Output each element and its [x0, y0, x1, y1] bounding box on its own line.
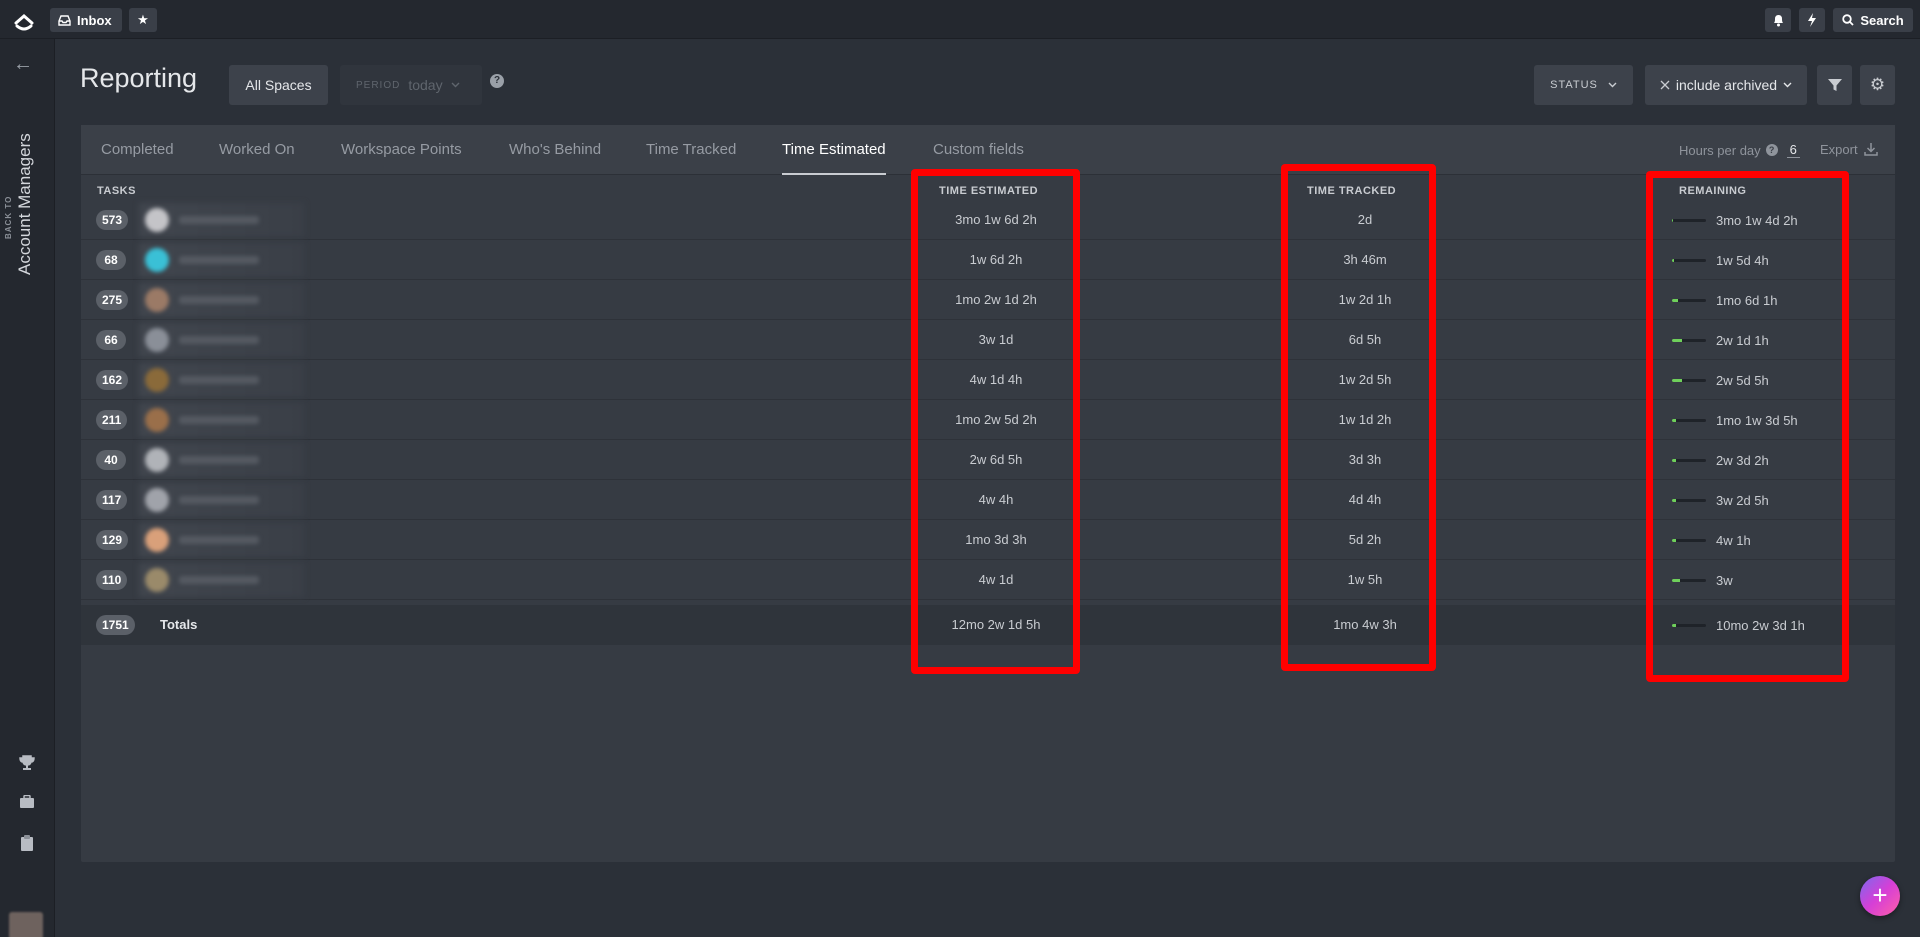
search-label: Search [1860, 12, 1904, 28]
status-label: STATUS [1550, 79, 1598, 91]
filter-icon [1827, 79, 1842, 91]
task-count-badge: 117 [96, 490, 128, 510]
user-avatar [145, 288, 169, 312]
report-tabs: Completed Worked On Workspace Points Who… [81, 125, 1895, 175]
blurred-user-name [179, 416, 259, 424]
user-avatar [145, 528, 169, 552]
tab-time-estimated[interactable]: Time Estimated [782, 125, 886, 175]
lightning-icon [1808, 13, 1816, 27]
help-icon[interactable]: ? [490, 74, 504, 88]
top-bar: Inbox ★ Search [0, 0, 1920, 39]
export-button[interactable]: Export [1820, 142, 1878, 157]
quick-actions-button[interactable] [1799, 8, 1825, 32]
bell-icon [1773, 15, 1783, 27]
all-spaces-label: All Spaces [245, 77, 312, 93]
tab-worked-on[interactable]: Worked On [219, 125, 295, 175]
totals-label: Totals [160, 617, 198, 632]
tab-time-tracked[interactable]: Time Tracked [646, 125, 736, 175]
export-label: Export [1820, 142, 1858, 157]
tab-completed[interactable]: Completed [101, 125, 174, 175]
blurred-user-name [179, 336, 259, 344]
status-dropdown[interactable]: STATUS [1534, 65, 1633, 105]
back-to-small-label: BACK TO [4, 195, 13, 239]
inbox-button[interactable]: Inbox [50, 8, 122, 32]
blurred-user-name [179, 376, 259, 384]
notifications-button[interactable] [1765, 8, 1791, 32]
hours-per-day: Hours per day ? 6 [1679, 142, 1800, 158]
filter-button[interactable] [1817, 65, 1852, 105]
highlight-box-time-tracked [1281, 164, 1436, 671]
include-archived-dropdown[interactable]: include archived [1645, 65, 1807, 105]
page-title: Reporting [80, 63, 198, 93]
all-spaces-button[interactable]: All Spaces [229, 65, 328, 105]
blurred-user-name [179, 216, 259, 224]
user-avatar [145, 328, 169, 352]
hours-per-day-input[interactable]: 6 [1786, 142, 1800, 158]
tab-workspace-points[interactable]: Workspace Points [341, 125, 462, 175]
blurred-user-name [179, 256, 259, 264]
chevron-down-icon [1783, 82, 1792, 88]
tab-custom-fields[interactable]: Custom fields [933, 125, 1024, 175]
sidebar: ← BACK TO Account Managers I [0, 39, 55, 937]
blurred-user-name [179, 456, 259, 464]
task-count-badge: 211 [96, 410, 128, 430]
back-arrow-icon[interactable]: ← [13, 53, 33, 76]
plus-icon: + [1872, 880, 1888, 910]
inbox-label: Inbox [77, 12, 112, 28]
period-value: today [408, 77, 443, 93]
inbox-icon [58, 14, 71, 26]
task-count-badge: 162 [96, 370, 129, 390]
search-button[interactable]: Search [1833, 8, 1913, 32]
task-count-badge: 40 [96, 450, 126, 470]
task-count-badge: 110 [96, 570, 128, 590]
user-avatar [145, 408, 169, 432]
favorites-button[interactable]: ★ [129, 8, 157, 32]
chevron-down-icon [451, 82, 460, 88]
blurred-user-name [179, 576, 259, 584]
add-button[interactable]: + [1860, 876, 1900, 916]
download-icon [1863, 143, 1878, 156]
highlight-box-time-estimated [911, 169, 1080, 674]
gear-icon: ⚙ [1869, 75, 1886, 94]
close-icon[interactable] [1660, 80, 1670, 90]
tab-whos-behind[interactable]: Who's Behind [509, 125, 601, 175]
clipboard-icon[interactable] [17, 835, 37, 855]
search-icon [1842, 14, 1854, 26]
task-count-badge: 1751 [96, 615, 135, 635]
user-avatar [145, 568, 169, 592]
blurred-user-name [179, 296, 259, 304]
task-count-badge: 68 [96, 250, 126, 270]
period-label: PERIOD [356, 79, 401, 91]
settings-button[interactable]: ⚙ [1860, 65, 1895, 105]
hours-per-day-label: Hours per day [1679, 142, 1761, 158]
period-dropdown[interactable]: PERIOD today [340, 65, 482, 105]
user-avatar [145, 208, 169, 232]
blurred-user-name [179, 536, 259, 544]
blurred-user-name [179, 496, 259, 504]
back-to-space-name: Account Managers [15, 133, 34, 275]
user-avatar [145, 248, 169, 272]
user-avatar [145, 448, 169, 472]
task-count-badge: 66 [96, 330, 126, 350]
trophy-icon[interactable] [17, 755, 37, 775]
task-count-badge: 573 [96, 210, 129, 230]
chevron-down-icon [1608, 82, 1617, 88]
task-count-badge: 129 [96, 530, 129, 550]
tasks-header[interactable]: TASKS [97, 185, 136, 197]
help-icon[interactable]: ? [1765, 144, 1778, 156]
user-avatar [145, 368, 169, 392]
user-avatar [145, 488, 169, 512]
star-icon: ★ [137, 12, 149, 27]
back-to-link[interactable]: BACK TO Account Managers [4, 85, 52, 275]
task-count-badge: 275 [96, 290, 129, 310]
clickup-logo-icon[interactable] [12, 8, 36, 32]
briefcase-icon[interactable] [17, 794, 37, 815]
include-archived-label: include archived [1675, 77, 1778, 93]
highlight-box-remaining [1646, 171, 1849, 682]
workspace-avatar[interactable] [9, 912, 43, 937]
